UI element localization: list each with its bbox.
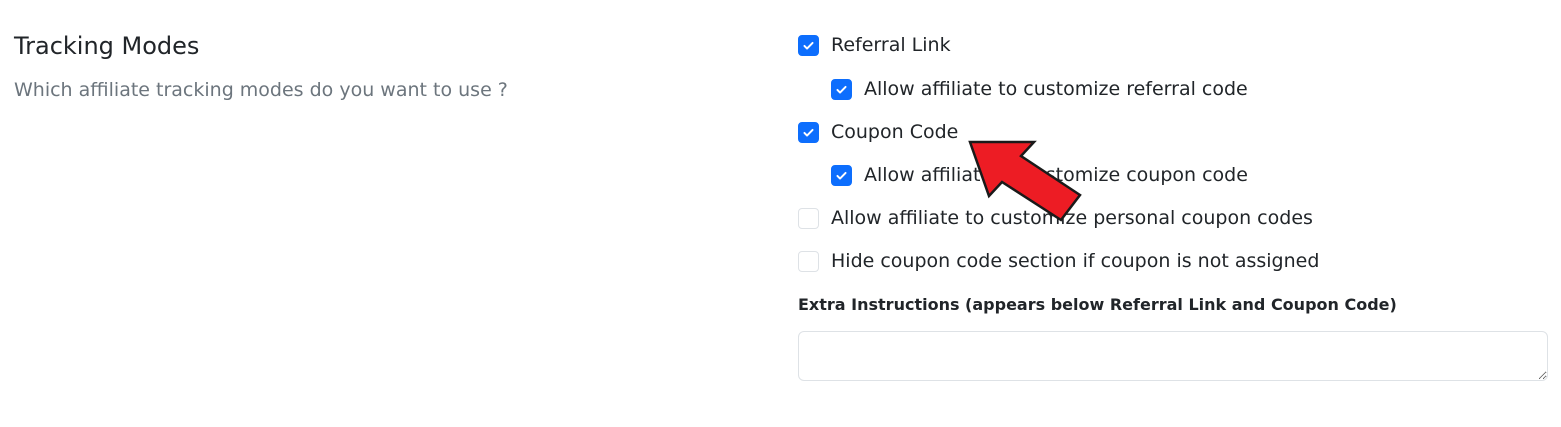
customize-coupon-code-checkbox[interactable]: Allow affiliate to customize coupon code <box>831 161 1248 189</box>
check-icon <box>836 85 847 93</box>
hide-coupon-section-label: Hide coupon code section if coupon is no… <box>831 250 1320 272</box>
coupon-code-label: Coupon Code <box>831 121 959 143</box>
referral-link-label: Referral Link <box>831 34 951 56</box>
referral-link-checkbox[interactable]: Referral Link <box>798 31 951 59</box>
hide-coupon-section-checkbox[interactable]: Hide coupon code section if coupon is no… <box>798 247 1319 275</box>
section-description: Which affiliate tracking modes do you wa… <box>14 79 508 101</box>
check-icon <box>836 171 847 179</box>
checkbox-box[interactable] <box>798 250 819 272</box>
checkbox-box[interactable] <box>798 121 819 143</box>
customize-referral-code-checkbox[interactable]: Allow affiliate to customize referral co… <box>831 75 1248 103</box>
checkbox-box[interactable] <box>798 207 819 229</box>
extra-instructions-label: Extra Instructions (appears below Referr… <box>798 295 1397 314</box>
customize-personal-coupon-codes-checkbox[interactable]: Allow affiliate to customize personal co… <box>798 204 1313 232</box>
customize-coupon-code-label: Allow affiliate to customize coupon code <box>864 164 1248 186</box>
checkbox-box[interactable] <box>831 164 852 186</box>
customize-referral-code-label: Allow affiliate to customize referral co… <box>864 78 1248 100</box>
check-icon <box>803 128 814 136</box>
coupon-code-checkbox[interactable]: Coupon Code <box>798 118 958 146</box>
checkbox-box[interactable] <box>831 78 852 100</box>
checkbox-box[interactable] <box>798 34 819 56</box>
section-title: Tracking Modes <box>14 32 200 60</box>
extra-instructions-textarea[interactable] <box>798 331 1548 381</box>
customize-personal-coupon-codes-label: Allow affiliate to customize personal co… <box>831 207 1313 229</box>
tracking-modes-settings: Tracking Modes Which affiliate tracking … <box>0 0 1561 427</box>
check-icon <box>803 41 814 49</box>
